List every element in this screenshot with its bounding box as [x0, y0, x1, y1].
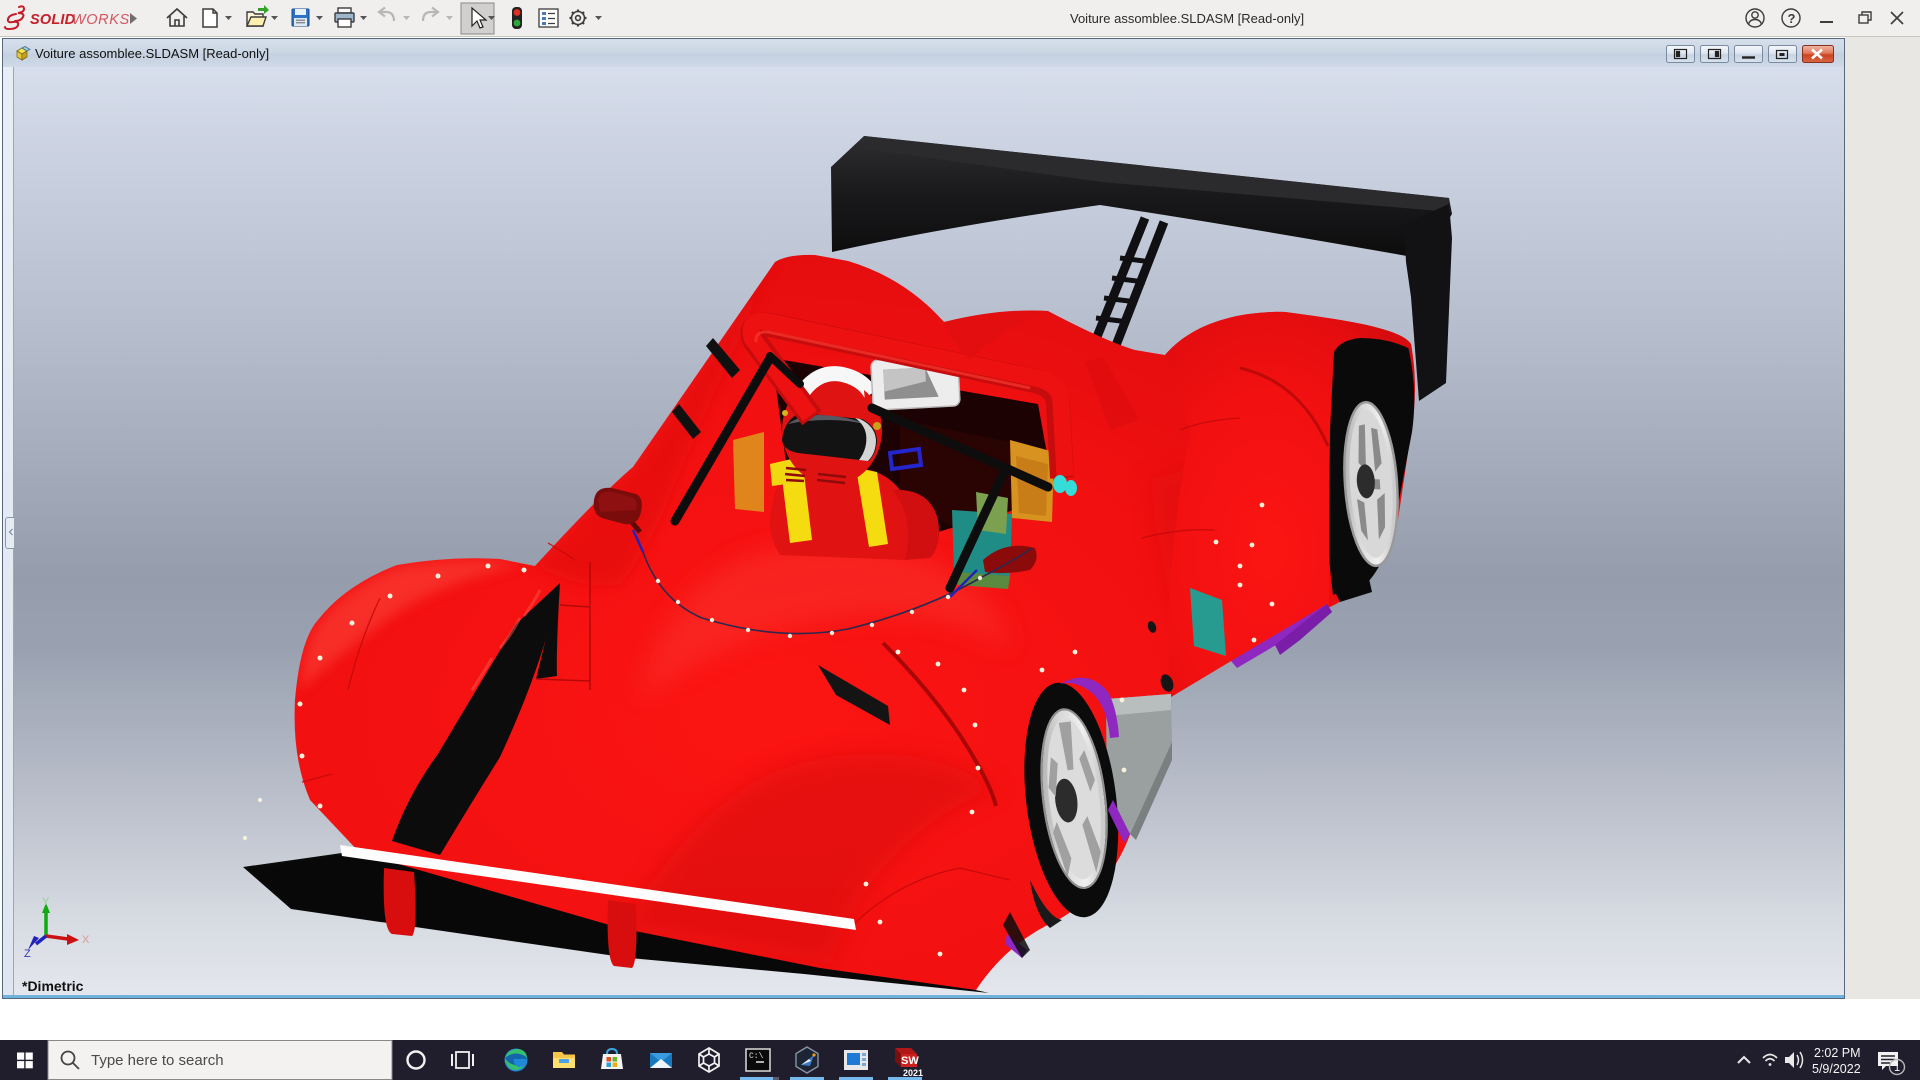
svg-text:5/9/2022: 5/9/2022 [1812, 1062, 1861, 1076]
svg-text:WORKS: WORKS [72, 12, 130, 28]
svg-text:Type here to search: Type here to search [91, 1052, 224, 1069]
svg-text:2021: 2021 [903, 1068, 923, 1078]
svg-text:X: X [82, 934, 90, 946]
svg-text:1: 1 [1894, 1062, 1900, 1074]
svg-text:?: ? [1788, 11, 1796, 26]
svg-text:2:02 PM: 2:02 PM [1814, 1046, 1861, 1060]
svg-text:*Dimetric: *Dimetric [22, 978, 84, 994]
svg-text:SW: SW [901, 1055, 919, 1067]
svg-text:C:\: C:\ [749, 1052, 764, 1061]
svg-text:Y: Y [42, 896, 50, 908]
svg-text:Z: Z [24, 948, 31, 960]
svg-text:SOLID: SOLID [30, 12, 76, 28]
